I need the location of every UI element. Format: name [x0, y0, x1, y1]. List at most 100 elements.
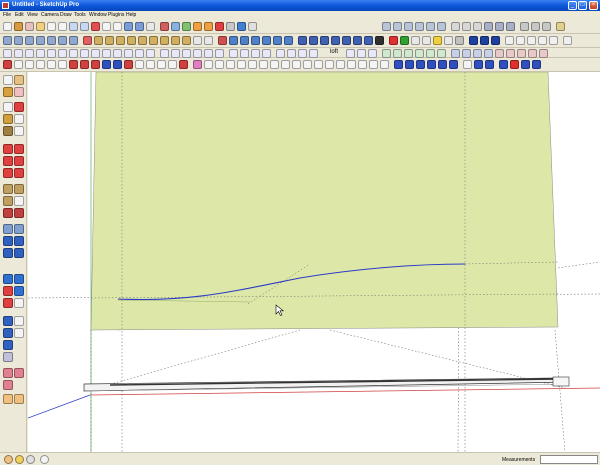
scale-icon[interactable]: [138, 36, 147, 45]
misc-tool-43-icon[interactable]: [474, 60, 483, 69]
palette-plugin-f-icon[interactable]: [3, 352, 13, 362]
drape-icon[interactable]: [47, 36, 56, 45]
move-icon[interactable]: [116, 36, 125, 45]
back-view-icon[interactable]: [426, 22, 435, 31]
orbit-icon[interactable]: [160, 22, 169, 31]
close-button[interactable]: ×: [589, 1, 598, 10]
palette-followme-icon[interactable]: [14, 156, 24, 166]
palette-line-icon[interactable]: [14, 102, 24, 112]
outliner-icon[interactable]: [342, 36, 351, 45]
misc-tool-26-icon[interactable]: [281, 60, 290, 69]
palette-plugin-h-icon[interactable]: [14, 368, 24, 378]
zoom-window-icon[interactable]: [193, 22, 202, 31]
spline-icon[interactable]: [25, 49, 34, 58]
layers-icon[interactable]: [556, 22, 565, 31]
misc-tool-8-icon[interactable]: [80, 60, 89, 69]
record-icon[interactable]: [389, 36, 398, 45]
xray-icon[interactable]: [451, 22, 460, 31]
arc-icon[interactable]: [80, 22, 89, 31]
misc-tool-13-icon[interactable]: [135, 60, 144, 69]
misc-tool-33-icon[interactable]: [358, 60, 367, 69]
stamp-icon[interactable]: [36, 36, 45, 45]
rounded-rect-icon[interactable]: [113, 49, 122, 58]
curve-tool-k-icon[interactable]: [462, 49, 471, 58]
misc-tool-5-icon[interactable]: [47, 60, 56, 69]
misc-tool-20-icon[interactable]: [215, 60, 224, 69]
iso-view-icon[interactable]: [382, 22, 391, 31]
palette-rotate-icon[interactable]: [3, 156, 13, 166]
curve-extrude-icon[interactable]: [298, 49, 307, 58]
next-view-icon[interactable]: [226, 22, 235, 31]
palette-plugin-a-icon[interactable]: [3, 316, 13, 326]
misc-tool-15-icon[interactable]: [157, 60, 166, 69]
loft-label[interactable]: loft: [330, 49, 338, 55]
misc-tool-4-icon[interactable]: [36, 60, 45, 69]
misc-tool-9-icon[interactable]: [91, 60, 100, 69]
misc-tool-44-icon[interactable]: [485, 60, 494, 69]
menu-window[interactable]: Window: [89, 11, 107, 20]
palette-zoom-window-icon[interactable]: [14, 236, 24, 246]
curve-fillet-icon[interactable]: [215, 49, 224, 58]
protractor-icon[interactable]: [171, 36, 180, 45]
menu-file[interactable]: File: [3, 11, 11, 20]
curve-tool-b-icon[interactable]: [357, 49, 366, 58]
shaded-icon[interactable]: [484, 22, 493, 31]
palette-freehand-icon[interactable]: [14, 126, 24, 136]
pan-icon[interactable]: [171, 22, 180, 31]
dimension-icon[interactable]: [160, 36, 169, 45]
palette-3dtext-icon[interactable]: [14, 208, 24, 218]
zoom-extents-icon[interactable]: [204, 22, 213, 31]
misc-tool-45-icon[interactable]: [499, 60, 508, 69]
misc-tool-41-icon[interactable]: [449, 60, 458, 69]
fog-icon[interactable]: [364, 36, 373, 45]
section-display-icon[interactable]: [531, 22, 540, 31]
misc-tool-3-icon[interactable]: [25, 60, 34, 69]
misc-tool-28-icon[interactable]: [303, 60, 312, 69]
misc-tool-46-icon[interactable]: [510, 60, 519, 69]
curve-tool-h-icon[interactable]: [426, 49, 435, 58]
menu-draw[interactable]: Draw: [60, 11, 72, 20]
curve-tool-f-icon[interactable]: [404, 49, 413, 58]
zoom-out-icon[interactable]: [262, 36, 271, 45]
curve-tool-e-icon[interactable]: [393, 49, 402, 58]
star-icon[interactable]: [102, 49, 111, 58]
curve-tool-j-icon[interactable]: [451, 49, 460, 58]
palette-component-icon[interactable]: [14, 75, 24, 85]
zoom-in-icon[interactable]: [251, 36, 260, 45]
menu-plugins[interactable]: Plugins: [108, 11, 124, 20]
spiral-icon[interactable]: [80, 49, 89, 58]
misc-tool-35-icon[interactable]: [380, 60, 389, 69]
menu-view[interactable]: View: [27, 11, 38, 20]
polyline-icon[interactable]: [14, 49, 23, 58]
sandbox-from-contours-icon[interactable]: [3, 36, 12, 45]
smoove-icon[interactable]: [25, 36, 34, 45]
select-icon[interactable]: [3, 22, 12, 31]
curve-blend-icon[interactable]: [204, 49, 213, 58]
misc-tool-19-icon[interactable]: [204, 60, 213, 69]
circle-icon[interactable]: [69, 22, 78, 31]
palette-zoom-icon[interactable]: [3, 236, 13, 246]
plugin-white-4-icon[interactable]: [538, 36, 547, 45]
shaded-textures-icon[interactable]: [495, 22, 504, 31]
offset-icon[interactable]: [105, 36, 114, 45]
misc-tool-2-icon[interactable]: [14, 60, 23, 69]
curve-tool-i-icon[interactable]: [437, 49, 446, 58]
curve-divide-icon[interactable]: [146, 49, 155, 58]
freehand-icon[interactable]: [36, 49, 45, 58]
curve-tool-d-icon[interactable]: [382, 49, 391, 58]
misc-tool-24-icon[interactable]: [259, 60, 268, 69]
wireframe-icon[interactable]: [462, 22, 471, 31]
plugin-blue-2-icon[interactable]: [480, 36, 489, 45]
curve-tool-r-icon[interactable]: [539, 49, 548, 58]
tape-measure-icon[interactable]: [149, 36, 158, 45]
palette-plugin-d-icon[interactable]: [14, 328, 24, 338]
measurements-input[interactable]: [540, 455, 598, 464]
hidden-line-icon[interactable]: [473, 22, 482, 31]
make-component-icon[interactable]: [14, 22, 23, 31]
top-view-icon[interactable]: [393, 22, 402, 31]
profile-face[interactable]: [90, 72, 559, 331]
misc-tool-34-icon[interactable]: [369, 60, 378, 69]
curve-trim-icon[interactable]: [182, 49, 191, 58]
print-icon[interactable]: [146, 22, 155, 31]
undo-icon[interactable]: [124, 22, 133, 31]
